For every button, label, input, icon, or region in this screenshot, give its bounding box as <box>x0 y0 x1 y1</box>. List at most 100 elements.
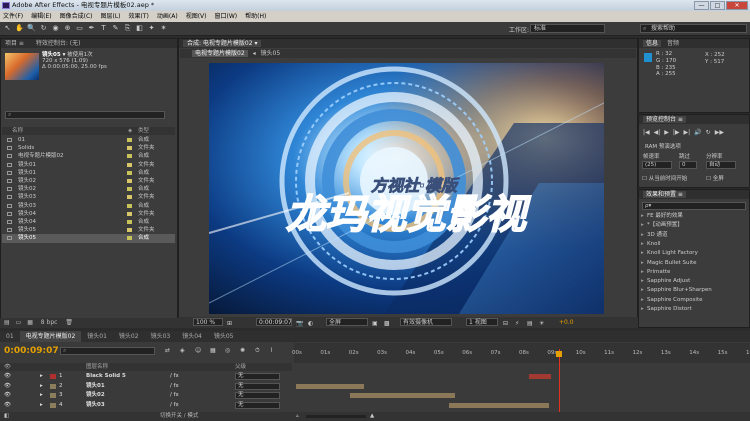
timeline-layer-row[interactable]: 👁 ▸ 3 镜头02 ∕ fx 无 <box>0 391 292 401</box>
new-folder-icon[interactable]: ▭ <box>16 319 22 326</box>
layer-label-color[interactable] <box>50 402 56 408</box>
visibility-eye-icon[interactable]: 👁 <box>4 401 11 410</box>
expand-triangle-icon[interactable]: ▸ <box>40 382 43 391</box>
graph-editor-icon[interactable]: ⌇ <box>270 347 273 354</box>
fx-switch-icon[interactable]: ∕ fx <box>170 382 179 391</box>
frame-icon[interactable]: ⊞ <box>227 318 232 329</box>
list-item[interactable]: 镜头03 合成 <box>2 202 175 210</box>
expand-panel-icon[interactable]: ◧ <box>4 412 9 421</box>
minimize-button[interactable]: — <box>694 1 709 10</box>
effects-category[interactable]: Knoll <box>640 240 748 249</box>
ram-preview-options[interactable]: RAM 预演选项 <box>645 142 681 150</box>
timeline-zoom-slider[interactable] <box>306 415 366 418</box>
list-item[interactable]: 01 合成 <box>2 136 175 144</box>
timeline-search-input[interactable]: ⌕ <box>60 347 155 355</box>
timeline-icon[interactable]: ▤ <box>527 318 533 329</box>
zoom-select[interactable]: 100 % <box>193 318 223 326</box>
hand-tool-icon[interactable]: ✋ <box>15 24 24 33</box>
loop-icon[interactable]: ↻ <box>706 129 711 136</box>
camera-select[interactable]: 有效摄像机 <box>400 318 452 326</box>
current-time-indicator[interactable] <box>559 349 561 421</box>
effects-category[interactable]: Sapphire Blur+Sharpen <box>640 286 748 295</box>
label-color-swatch[interactable] <box>127 162 132 167</box>
brush-tool-icon[interactable]: ✎ <box>111 24 120 33</box>
label-color-swatch[interactable] <box>127 170 132 175</box>
clone-stamp-tool-icon[interactable]: ⎘ <box>123 24 132 33</box>
workspace-select[interactable]: 标准 <box>530 24 605 33</box>
zoom-in-icon[interactable]: ▲ <box>370 412 374 421</box>
comp-mini-flowchart-icon[interactable]: ⇄ <box>165 347 170 354</box>
menu-help[interactable]: 帮助(H) <box>245 11 266 22</box>
effects-category[interactable]: Primatte <box>640 268 748 277</box>
delete-icon[interactable]: 🗑 <box>65 319 73 326</box>
layer-label-color[interactable] <box>50 393 56 398</box>
timeline-layer-row[interactable]: 👁 ▸ 2 镜头01 ∕ fx 无 <box>0 382 292 392</box>
auto-keyframe-icon[interactable]: ⏱ <box>255 347 260 355</box>
expand-triangle-icon[interactable]: ▸ <box>40 401 43 410</box>
tab-audio[interactable]: 音频 <box>667 40 679 47</box>
list-item[interactable]: 镜头02 文件夹 <box>2 177 175 185</box>
label-color-swatch[interactable] <box>127 203 132 208</box>
region-of-interest-icon[interactable]: ▣ <box>372 318 378 329</box>
tab-effect-controls[interactable]: 特效控制台: (无) <box>36 40 81 47</box>
motion-blur-icon[interactable]: ◎ <box>225 347 230 354</box>
layer-label-color[interactable] <box>50 374 56 379</box>
zoom-tool-icon[interactable]: 🔍 <box>27 24 36 33</box>
audio-icon[interactable]: 🔊 <box>694 129 701 136</box>
ram-preview-icon[interactable]: ▶▶ <box>715 129 724 136</box>
parent-select[interactable]: 无 <box>235 401 280 409</box>
effects-category[interactable]: Magic Bullet Suite <box>640 259 748 268</box>
menu-edit[interactable]: 编辑(E) <box>31 11 51 22</box>
current-time-display[interactable]: 0:00:09:07 <box>256 318 292 326</box>
label-color-swatch[interactable] <box>127 138 132 142</box>
frame-blending-icon[interactable]: ▦ <box>210 347 216 354</box>
tab-info[interactable]: 信息 <box>643 40 662 47</box>
prev-frame-icon[interactable]: ◀| <box>654 129 661 136</box>
list-item[interactable]: 镜头05 合成 <box>2 234 175 243</box>
menu-effect[interactable]: 效果(T) <box>129 11 149 22</box>
tab-composition[interactable]: 合成: 电视专题片模版02 ▾ <box>183 40 262 47</box>
pan-behind-tool-icon[interactable]: ⊕ <box>63 24 72 33</box>
menu-file[interactable]: 文件(F) <box>3 11 23 22</box>
timeline-layer-row[interactable]: 👁 ▸ 4 镜头03 ∕ fx 无 <box>0 401 292 411</box>
resolution-select[interactable]: 全屏 <box>326 318 368 326</box>
fast-previews-icon[interactable]: ⚡ <box>515 318 519 329</box>
current-time-indicator-head[interactable] <box>556 351 563 357</box>
list-item[interactable]: 镜头01 合成 <box>2 169 175 177</box>
timeline-tab[interactable]: 01 <box>0 331 20 342</box>
timeline-tab[interactable]: 电视专题片模版02 <box>19 331 82 342</box>
tab-project[interactable]: 项目 ≡ <box>5 40 24 47</box>
menu-animation[interactable]: 动画(A) <box>157 11 178 22</box>
close-button[interactable]: ✕ <box>726 1 748 10</box>
draft-3d-icon[interactable]: ◈ <box>180 347 185 354</box>
list-item[interactable]: 电视专题片模版02 合成 <box>2 152 175 160</box>
rotate-tool-icon[interactable]: ↻ <box>39 24 48 33</box>
expand-triangle-icon[interactable]: ▸ <box>40 372 43 381</box>
transparency-grid-icon[interactable]: ▩ <box>384 318 390 329</box>
timeline-layer-row[interactable]: 👁 ▸ 1 Black Solid 5 ∕ fx 无 <box>0 372 292 382</box>
play-icon[interactable]: ▶ <box>664 129 669 136</box>
layer-name[interactable]: Black Solid 5 <box>86 372 126 381</box>
list-item[interactable]: 镜头01 文件夹 <box>2 161 175 169</box>
interpret-footage-icon[interactable]: ▤ <box>4 319 10 326</box>
effects-category[interactable]: *【动画预置】 <box>640 221 748 230</box>
fx-switch-icon[interactable]: ∕ fx <box>170 372 179 381</box>
project-search-input[interactable]: ⌕ <box>5 111 165 119</box>
tab-preview[interactable]: 预览控制台 ≡ <box>643 116 686 123</box>
visibility-eye-icon[interactable]: 👁 <box>4 391 11 400</box>
selection-tool-icon[interactable]: ↖ <box>3 24 12 33</box>
parent-select[interactable]: 无 <box>235 392 280 399</box>
visibility-eye-icon[interactable]: 👁 <box>4 372 11 381</box>
col-type[interactable]: 类型 <box>138 127 149 135</box>
list-item[interactable]: 镜头03 文件夹 <box>2 193 175 201</box>
mask-tool-icon[interactable]: ▭ <box>75 24 84 33</box>
col-parent[interactable]: 父级 <box>235 363 246 371</box>
search-help-input[interactable]: ⌕ 搜索帮助 <box>640 24 747 33</box>
label-color-swatch[interactable] <box>127 211 132 216</box>
timeline-tab[interactable]: 镜头05 <box>208 331 240 342</box>
composition-viewer[interactable]: 方视社·模版 龙玛视觉影视 <box>209 63 604 314</box>
puppet-tool-icon[interactable]: ✶ <box>159 24 168 33</box>
toggle-switches-modes[interactable]: 切换开关 / 模式 <box>160 412 198 421</box>
menu-composition[interactable]: 图像合成(C) <box>60 11 93 22</box>
label-color-swatch[interactable] <box>127 146 132 151</box>
